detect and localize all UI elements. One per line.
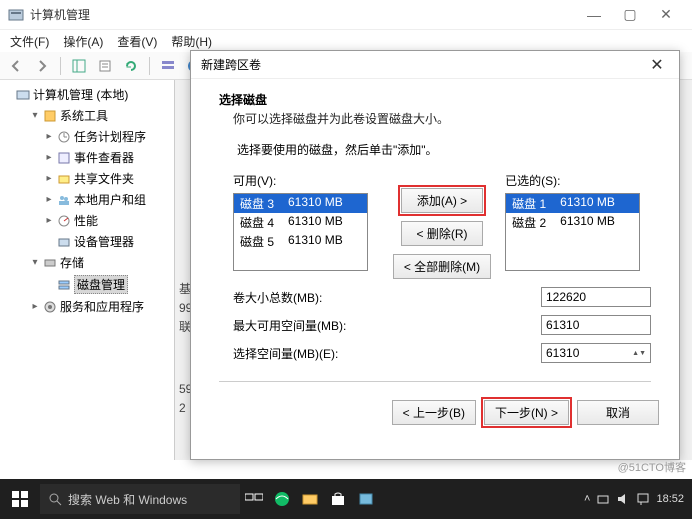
tree-services-apps[interactable]: ▸服务和应用程序 xyxy=(30,296,172,317)
list-icon[interactable] xyxy=(158,56,178,76)
menu-action[interactable]: 操作(A) xyxy=(63,33,103,50)
menu-view[interactable]: 查看(V) xyxy=(117,33,157,50)
list-item[interactable]: 磁盘 461310 MB xyxy=(234,213,367,232)
tray-network-icon[interactable] xyxy=(596,492,610,506)
menu-help[interactable]: 帮助(H) xyxy=(171,33,212,50)
tray-action-center-icon[interactable] xyxy=(636,492,650,506)
menubar: 文件(F) 操作(A) 查看(V) 帮助(H) xyxy=(0,30,692,52)
pane-icon[interactable] xyxy=(69,56,89,76)
cancel-button[interactable]: 取消 xyxy=(577,400,659,425)
tree-disk-management[interactable]: 磁盘管理 xyxy=(44,273,172,296)
total-label: 卷大小总数(MB): xyxy=(233,289,541,306)
window-titlebar: 计算机管理 — ▢ ✕ xyxy=(0,0,692,30)
app-taskbar-icon[interactable] xyxy=(352,479,380,519)
tree-local-users[interactable]: ▸本地用户和组 xyxy=(44,189,172,210)
app-icon xyxy=(8,7,24,23)
list-item[interactable]: 磁盘 561310 MB xyxy=(234,232,367,251)
tree-root[interactable]: 计算机管理 (本地) xyxy=(16,84,172,105)
dialog-close-button[interactable]: ✕ xyxy=(645,55,669,75)
selected-label: 已选的(S): xyxy=(505,172,651,189)
explorer-icon[interactable] xyxy=(296,479,324,519)
dialog-title: 新建跨区卷 xyxy=(201,56,261,73)
space-label: 选择空间量(MB)(E): xyxy=(233,345,541,362)
dialog-titlebar: 新建跨区卷 ✕ xyxy=(191,51,679,79)
available-label: 可用(V): xyxy=(233,172,379,189)
remove-all-button[interactable]: < 全部删除(M) xyxy=(393,254,491,279)
dialog-heading: 选择磁盘 xyxy=(219,91,651,108)
wizard-dialog: 新建跨区卷 ✕ 选择磁盘 你可以选择磁盘并为此卷设置磁盘大小。 选择要使用的磁盘… xyxy=(190,50,680,460)
search-icon xyxy=(48,492,62,506)
start-button[interactable] xyxy=(0,479,40,519)
tree-system-tools[interactable]: ▾系统工具 xyxy=(30,105,172,126)
dialog-instruction: 选择要使用的磁盘，然后单击"添加"。 xyxy=(237,141,651,158)
watermark: @51CTO博客 xyxy=(618,459,686,475)
tree-shared-folders[interactable]: ▸共享文件夹 xyxy=(44,168,172,189)
system-tray: ˄ 18:52 xyxy=(584,492,692,506)
tree-task-scheduler[interactable]: ▸任务计划程序 xyxy=(44,126,172,147)
edge-icon[interactable] xyxy=(268,479,296,519)
search-placeholder: 搜索 Web 和 Windows xyxy=(68,491,187,508)
list-item[interactable]: 磁盘 361310 MB xyxy=(234,194,367,213)
list-item[interactable]: 磁盘 161310 MB xyxy=(506,194,639,213)
list-item[interactable]: 磁盘 261310 MB xyxy=(506,213,639,232)
spinner-icon[interactable]: ▲▼ xyxy=(632,350,646,357)
tree-device-manager[interactable]: 设备管理器 xyxy=(44,231,172,252)
back-button[interactable]: < 上一步(B) xyxy=(392,400,476,425)
nav-tree: 计算机管理 (本地) ▾系统工具 ▸任务计划程序 ▸事件查看器 ▸共享文件夹 ▸… xyxy=(0,80,175,460)
dialog-subheading: 你可以选择磁盘并为此卷设置磁盘大小。 xyxy=(219,110,651,127)
properties-icon[interactable] xyxy=(95,56,115,76)
tree-storage[interactable]: ▾存储 xyxy=(30,252,172,273)
maximize-button[interactable]: ▢ xyxy=(612,1,648,29)
close-button[interactable]: ✕ xyxy=(648,1,684,29)
total-value: 122620 xyxy=(541,287,651,307)
max-label: 最大可用空间量(MB): xyxy=(233,317,541,334)
max-value: 61310 xyxy=(541,315,651,335)
space-input[interactable]: 61310 ▲▼ xyxy=(541,343,651,363)
taskbar: 搜索 Web 和 Windows ˄ 18:52 xyxy=(0,479,692,519)
next-button[interactable]: 下一步(N) > xyxy=(484,400,569,425)
back-icon[interactable] xyxy=(6,56,26,76)
forward-icon[interactable] xyxy=(32,56,52,76)
tray-time[interactable]: 18:52 xyxy=(656,493,684,505)
tray-chevron-icon[interactable]: ˄ xyxy=(584,493,590,505)
selected-listbox[interactable]: 磁盘 161310 MB磁盘 261310 MB xyxy=(505,193,640,271)
add-button[interactable]: 添加(A) > xyxy=(401,188,483,213)
tray-volume-icon[interactable] xyxy=(616,492,630,506)
window-title: 计算机管理 xyxy=(30,6,576,23)
tree-event-viewer[interactable]: ▸事件查看器 xyxy=(44,147,172,168)
remove-button[interactable]: < 删除(R) xyxy=(401,221,483,246)
task-view-icon[interactable] xyxy=(240,479,268,519)
available-listbox[interactable]: 磁盘 361310 MB磁盘 461310 MB磁盘 561310 MB xyxy=(233,193,368,271)
taskbar-search[interactable]: 搜索 Web 和 Windows xyxy=(40,484,240,514)
store-icon[interactable] xyxy=(324,479,352,519)
tree-performance[interactable]: ▸性能 xyxy=(44,210,172,231)
minimize-button[interactable]: — xyxy=(576,1,612,29)
menu-file[interactable]: 文件(F) xyxy=(10,33,49,50)
refresh-icon[interactable] xyxy=(121,56,141,76)
